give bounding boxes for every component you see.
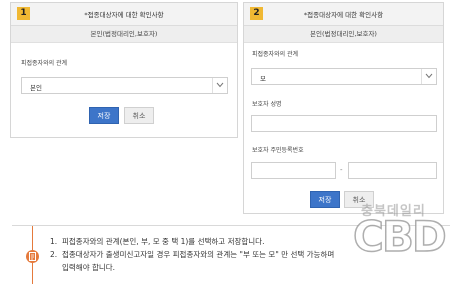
guardian-id-label: 보호자 주민등록번호 <box>252 147 304 154</box>
guardian-id-back-input[interactable] <box>348 162 437 179</box>
guardian-id-front-input[interactable] <box>251 162 336 179</box>
list-item-text: 입력해야 합니다. <box>62 263 116 272</box>
relation-select[interactable]: 본인 <box>21 77 228 94</box>
id-separator: - <box>340 166 343 174</box>
panel-header: 1 *접종대상자에 대한 확인사항 <box>11 3 237 26</box>
guardian-name-label: 보호자 성명 <box>252 101 282 108</box>
list-item-number: 2. <box>50 250 58 259</box>
list-item-text: 피접종자와의 관계(본인, 부, 모 중 택 1)를 선택하고 저장합니다. <box>62 237 265 246</box>
save-button[interactable]: 저장 <box>89 107 119 124</box>
chevron-down-icon <box>212 78 227 93</box>
relation-label: 피접종자와의 관계 <box>252 51 299 58</box>
instruction-notice: 1. 피접종자와의 관계(본인, 부, 모 중 택 1)를 선택하고 저장합니다… <box>12 225 450 284</box>
panel-header: 2 *접종대상자에 대한 확인사항 <box>244 3 443 26</box>
cancel-button[interactable]: 취소 <box>124 107 154 124</box>
list-item-number: 1. <box>50 237 58 246</box>
cancel-button[interactable]: 취소 <box>344 191 374 208</box>
panel-subtitle: 본인(법정대리인,보호자) <box>11 26 237 43</box>
list-item-text: 접종대상자가 출생미신고자일 경우 피접종자와의 관계는 "부 또는 모" 만 … <box>62 250 335 259</box>
guardian-name-input[interactable] <box>251 115 437 132</box>
document-icon <box>26 250 39 263</box>
relation-select-value: 본인 <box>30 84 42 92</box>
panel-title: *접종대상자에 대한 확인사항 <box>84 11 164 19</box>
save-button[interactable]: 저장 <box>310 191 340 208</box>
relation-label: 피접종자와의 관계 <box>21 60 68 67</box>
relation-select-value: 모 <box>260 75 266 83</box>
panel-subtitle: 본인(법정대리인,보호자) <box>244 26 443 43</box>
consent-panel-2: 2 *접종대상자에 대한 확인사항 본인(법정대리인,보호자) 피접종자와의 관… <box>243 2 444 214</box>
panel-title: *접종대상자에 대한 확인사항 <box>303 11 384 19</box>
relation-select[interactable]: 모 <box>251 68 437 85</box>
chevron-down-icon <box>421 69 436 84</box>
consent-panel-1: 1 *접종대상자에 대한 확인사항 본인(법정대리인,보호자) 피접종자와의 관… <box>10 2 238 138</box>
